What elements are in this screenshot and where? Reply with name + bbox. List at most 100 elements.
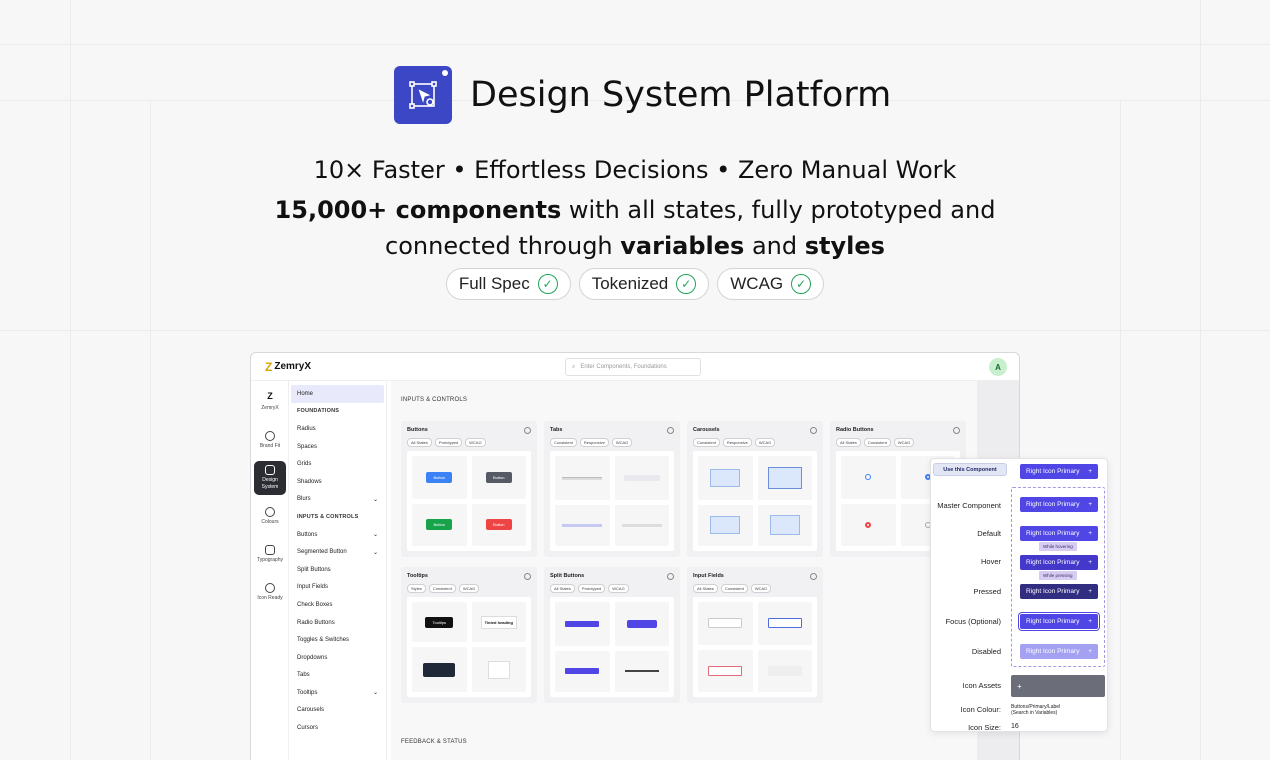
design-system-icon (265, 465, 275, 475)
zemryx-logo-icon: Z (265, 359, 273, 374)
pill-tokenized: Tokenized ✓ (578, 268, 710, 300)
tooltip-preview (487, 660, 510, 679)
rail-item-icon-ready[interactable]: Icon Ready (254, 575, 286, 609)
card-title: Split Buttons (550, 573, 585, 579)
check-circle-icon: ✓ (537, 274, 558, 294)
use-component-button[interactable]: Use this Component (933, 463, 1007, 476)
sidebar-item-cursors[interactable]: Cursors (291, 719, 384, 737)
preview-button: Button (485, 471, 512, 483)
chevron-down-icon: ⌄ (372, 496, 378, 503)
card-tooltips[interactable]: Tooltips Styles Consistent WCAG Tooltips T… (401, 567, 537, 703)
sidebar-item-home[interactable]: Home (291, 385, 384, 403)
info-icon (667, 427, 674, 434)
tagline-text-b: connected through (385, 232, 621, 260)
input-preview (767, 665, 802, 676)
hero-header: Design System Platform (394, 66, 891, 124)
sidebar-item-spaces[interactable]: Spaces (291, 438, 384, 456)
split-button-preview (626, 619, 657, 628)
split-button-preview (565, 668, 600, 675)
card-title: Input Fields (693, 573, 724, 579)
rail-item-typography[interactable]: Typography (254, 537, 286, 571)
sidebar-item-carousels[interactable]: Carousels (291, 702, 384, 720)
info-icon (810, 573, 817, 580)
sidebar-item-grids[interactable]: Grids (291, 455, 384, 473)
hover-button[interactable]: Right Icon Primary + (1020, 555, 1098, 570)
search-input[interactable]: ⌕ Enter Components, Foundations (565, 358, 701, 376)
tabs-preview (614, 505, 669, 546)
chevron-down-icon: ⌄ (372, 549, 378, 556)
sidebar-item-input-fields[interactable]: Input Fields (291, 579, 384, 597)
primary-button-preview[interactable]: Right Icon Primary + (1020, 464, 1098, 479)
icon-assets-swatch[interactable]: + (1011, 675, 1105, 697)
tagline: 10× Faster • Effortless Decisions • Zero… (313, 156, 957, 184)
pill-wcag: WCAG ✓ (717, 268, 825, 300)
sidebar-item-split-buttons[interactable]: Split Buttons (291, 561, 384, 579)
section-title-inputs: INPUTS & CONTROLS (401, 397, 468, 403)
tagline-styles: styles (804, 232, 885, 260)
card-buttons[interactable]: Buttons All States Prototyped WCAG Button … (401, 421, 537, 557)
focus-button[interactable]: Right Icon Primary + (1020, 614, 1098, 629)
pressed-button[interactable]: Right Icon Primary + (1020, 584, 1098, 599)
page-title: Design System Platform (470, 75, 892, 115)
feature-pills: Full Spec ✓ Tokenized ✓ WCAG ✓ (0, 268, 1270, 300)
chevron-down-icon: ⌄ (372, 690, 378, 697)
card-input-fields[interactable]: Input Fields All States Consistent WCAG (687, 567, 823, 703)
label-icon-assets: Icon Assets (962, 681, 1001, 690)
sidebar-item-shadows[interactable]: Shadows (291, 473, 384, 491)
rail-item-design-system[interactable]: Design System (254, 461, 286, 495)
input-preview (708, 665, 743, 676)
pill-full-spec: Full Spec ✓ (445, 268, 571, 300)
sidebar-item-radio-buttons[interactable]: Radio Buttons (291, 614, 384, 632)
tooltip-preview: Tooltips (425, 616, 454, 628)
radio-icon (865, 474, 872, 481)
sidebar-item-tabs[interactable]: Tabs (291, 667, 384, 685)
tagline-text-a: with all states, fully prototyped and (561, 196, 996, 224)
sidebar-item-tooltips[interactable]: Tooltips ⌄ (291, 684, 384, 702)
search-icon: ⌕ (572, 363, 576, 370)
carousel-preview (698, 456, 753, 500)
icon-ready-icon (265, 582, 275, 593)
label-default: Default (977, 529, 1001, 538)
sidebar-item-radius[interactable]: Radius (291, 420, 384, 438)
disabled-button: Right Icon Primary + (1020, 644, 1098, 659)
app-topbar: Z ZemryX ⌕ Enter Components, Foundations A (251, 353, 1019, 381)
sidebar-item-check-boxes[interactable]: Check Boxes (291, 596, 384, 614)
component-detail-panel: Use this Component Right Icon Primary + M… (930, 458, 1108, 732)
sidebar-item-blurs[interactable]: Blurs ⌄ (291, 491, 384, 509)
tooltip-preview (423, 662, 456, 677)
sidebar-item-segmented-button[interactable]: Segmented Button ⌄ (291, 543, 384, 561)
card-title: Radio Buttons (836, 427, 874, 433)
sidebar-section-foundations: FOUNDATIONS (297, 408, 340, 415)
input-preview (767, 618, 802, 629)
typography-icon (265, 544, 275, 555)
app-sidebar: Home FOUNDATIONS Radius Spaces Grids Sha… (289, 381, 387, 760)
rail-item-brand-fit[interactable]: Brand Fit (254, 423, 286, 457)
card-carousels[interactable]: Carousels Consistent Responsive WCAG (687, 421, 823, 557)
master-button[interactable]: Right Icon Primary + (1020, 497, 1098, 512)
check-circle-icon: ✓ (791, 274, 812, 294)
app-rail: Z ZemryX Brand Fit Design System Colours … (251, 381, 289, 760)
label-pressed: Pressed (973, 587, 1001, 596)
sidebar-item-dropdowns[interactable]: Dropdowns (291, 649, 384, 667)
rail-item-zemryx[interactable]: Z ZemryX (254, 385, 286, 419)
plus-icon: + (1088, 559, 1092, 566)
rail-item-colours[interactable]: Colours (254, 499, 286, 533)
sidebar-item-buttons[interactable]: Buttons ⌄ (291, 526, 384, 544)
brand-icon (265, 430, 275, 441)
app-brand[interactable]: Z ZemryX (265, 360, 311, 374)
avatar[interactable]: A (989, 358, 1007, 376)
tagline-components-count: 15,000+ components (274, 196, 562, 224)
tooltip-preview: Tinted heading (480, 615, 517, 629)
card-tabs[interactable]: Tabs Consistent Responsive WCAG (544, 421, 680, 557)
card-title: Tabs (550, 427, 563, 433)
chevron-down-icon: ⌄ (372, 532, 378, 539)
sidebar-item-toggles[interactable]: Toggles & Switches (291, 631, 384, 649)
plus-icon: + (1088, 468, 1092, 475)
label-icon-colour: Icon Colour: (960, 705, 1001, 714)
plus-icon: + (1088, 618, 1092, 625)
input-preview (708, 618, 743, 629)
card-split-buttons[interactable]: Split Buttons All States Prototyped WCAG (544, 567, 680, 703)
default-button[interactable]: Right Icon Primary + (1020, 526, 1098, 541)
palette-icon (265, 506, 275, 517)
plus-icon: + (1088, 648, 1092, 655)
